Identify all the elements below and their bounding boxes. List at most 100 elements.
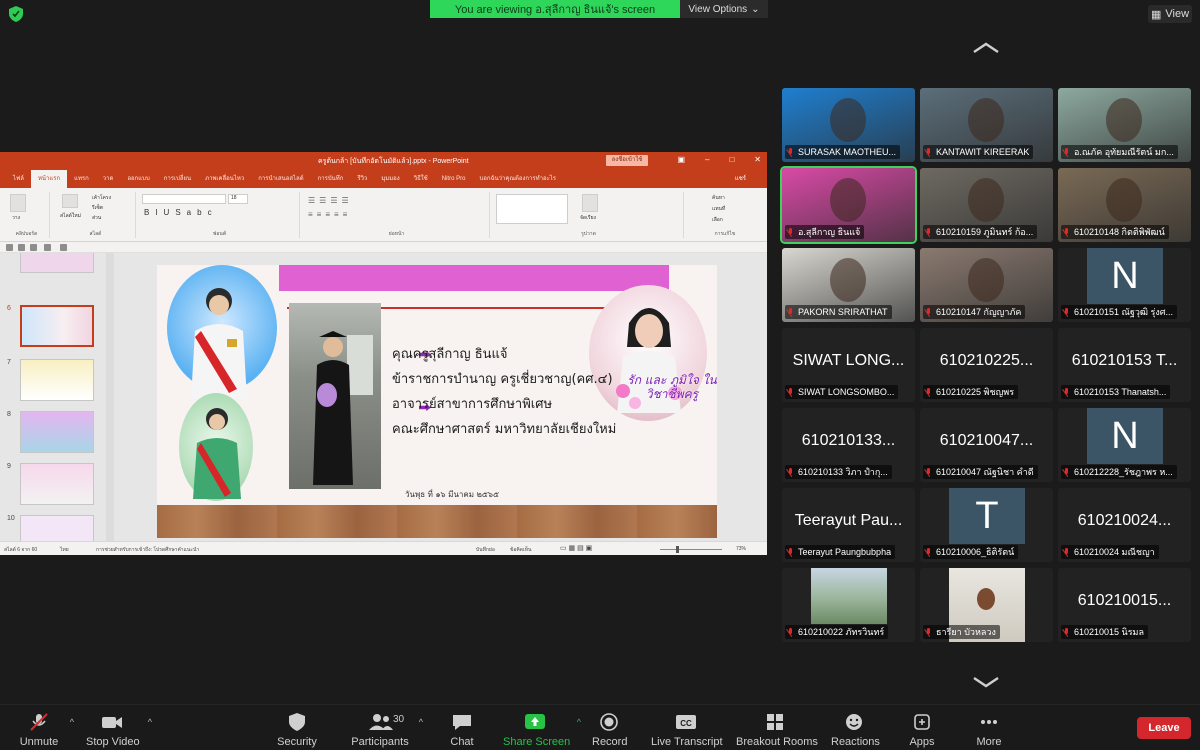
tell-me-box[interactable]: บอกฉันว่าคุณต้องการทำอะไร: [472, 170, 563, 188]
muted-mic-icon: [1063, 227, 1070, 237]
slide-thumbnail-5[interactable]: [20, 253, 94, 273]
participant-tile[interactable]: 610210022 ภัทรวินทร์: [782, 568, 915, 642]
share-screen-button[interactable]: Share Screen ^: [503, 711, 581, 748]
arrange-icon[interactable]: [582, 194, 598, 212]
tab-file[interactable]: ไฟล์: [6, 170, 31, 188]
gallery-prev-page-icon[interactable]: [972, 42, 1000, 54]
apps-button[interactable]: Apps: [909, 711, 935, 748]
section-button[interactable]: ส่วน: [92, 214, 101, 222]
security-shield-icon[interactable]: [9, 6, 23, 22]
tab-nitro[interactable]: Nitro Pro: [435, 170, 473, 188]
tab-help[interactable]: วิธีใช้: [407, 170, 435, 188]
maximize-icon[interactable]: □: [729, 155, 734, 164]
comments-button[interactable]: ข้อคิดเห็น: [510, 546, 531, 554]
ribbon-display-icon[interactable]: ▣: [677, 155, 685, 164]
participant-tile[interactable]: 610210159 ภูมินทร์ ก้อ...: [920, 168, 1053, 242]
live-transcript-button[interactable]: CC Live Transcript: [651, 711, 723, 748]
participant-tile[interactable]: N 610210151 ณัฐวุฒิ รุ่งศ...: [1058, 248, 1191, 322]
font-family-select[interactable]: [142, 194, 226, 204]
tab-design[interactable]: ออกแบบ: [120, 170, 156, 188]
participant-tile[interactable]: Teerayut Pau... Teerayut Paungbubpha: [782, 488, 915, 562]
open-icon[interactable]: [60, 244, 67, 251]
slide-thumbnail-10[interactable]: [20, 515, 94, 541]
zoom-slider-handle[interactable]: [676, 546, 679, 553]
caret-up-icon[interactable]: ^: [419, 717, 423, 727]
participant-tile[interactable]: 610210148 กิตติพิพัฒน์: [1058, 168, 1191, 242]
breakout-rooms-button[interactable]: Breakout Rooms: [736, 711, 818, 748]
view-button[interactable]: ▦ View: [1148, 5, 1192, 23]
paste-icon[interactable]: [10, 194, 26, 212]
gallery-next-page-icon[interactable]: [972, 676, 1000, 688]
view-mode-icons[interactable]: ▭ ▦ ▤ ▣: [560, 544, 592, 552]
participant-tile[interactable]: 610210133... 610210133 วิภา ปำกุ...: [782, 408, 915, 482]
replace-button[interactable]: แทนที่: [712, 205, 725, 213]
layout-button[interactable]: เค้าโครง: [92, 194, 111, 202]
participant-tile[interactable]: KANTAWIT KIREERAK: [920, 88, 1053, 162]
close-icon[interactable]: ✕: [754, 155, 761, 164]
chat-button[interactable]: Chat: [450, 711, 474, 748]
slide-thumbnail-9[interactable]: [20, 463, 94, 505]
tab-record[interactable]: การบันทึก: [311, 170, 351, 188]
participant-tile[interactable]: 610210024... 610210024 มณีชญา: [1058, 488, 1191, 562]
new-slide-icon[interactable]: [62, 194, 78, 208]
record-button[interactable]: Record: [592, 711, 628, 748]
align-buttons[interactable]: ≡≡≡≡≡: [308, 210, 351, 219]
reactions-button[interactable]: Reactions: [831, 711, 880, 748]
participant-tile[interactable]: 610210047... 610210047 ณัฐนิชา คำดี: [920, 408, 1053, 482]
participants-button[interactable]: 30 Participants ^: [351, 711, 423, 748]
accessibility-label[interactable]: การช่วยสำหรับการเข้าถึง: โปรดศึกษาคำแนะน…: [96, 546, 199, 554]
participant-tile[interactable]: ธารียา บัวหลวง: [920, 568, 1053, 642]
participant-tile[interactable]: 610210153 T... 610210153 Thanatsh...: [1058, 328, 1191, 402]
thumbnail-scrollbar[interactable]: [106, 253, 114, 541]
view-options-button[interactable]: View Options ⌄: [680, 0, 768, 18]
redo-icon[interactable]: [30, 244, 37, 251]
tab-insert[interactable]: แทรก: [67, 170, 96, 188]
record-label: Record: [592, 736, 628, 748]
reset-button[interactable]: รีเซ็ต: [92, 204, 103, 212]
tab-review[interactable]: รีวิว: [350, 170, 374, 188]
font-format-buttons[interactable]: BIUSabc: [144, 208, 218, 217]
ppt-signin-button[interactable]: ลงชื่อเข้าใช้: [606, 155, 648, 166]
stop-video-button[interactable]: Stop Video ^: [86, 711, 152, 748]
participant-tile[interactable]: 610210015... 610210015 นิรมล: [1058, 568, 1191, 642]
list-buttons[interactable]: ☰☰☰☰: [308, 196, 353, 205]
caret-up-icon[interactable]: ^: [70, 717, 74, 727]
participant-tile[interactable]: 610210147 กัญญาภัค: [920, 248, 1053, 322]
slide-thumbnail-8[interactable]: [20, 411, 94, 453]
participant-tile[interactable]: T 610210006_ธิติรัตน์: [920, 488, 1053, 562]
slide-thumbnail-7[interactable]: [20, 359, 94, 401]
participant-display-name: 610210015...: [1077, 592, 1172, 609]
participant-tile[interactable]: N 610212228_รัชฎาพร ห...: [1058, 408, 1191, 482]
more-button[interactable]: More: [976, 711, 1002, 748]
minimize-icon[interactable]: –: [705, 155, 709, 164]
caret-up-icon[interactable]: ^: [577, 717, 581, 727]
leave-button[interactable]: Leave: [1137, 717, 1191, 739]
participant-tile[interactable]: อ.ณภัค อุทัยมณีรัตน์ มก...: [1058, 88, 1191, 162]
tab-draw[interactable]: วาด: [96, 170, 121, 188]
present-icon[interactable]: [44, 244, 51, 251]
unmute-button[interactable]: Unmute ^: [18, 711, 74, 748]
participant-tile[interactable]: SURASAK MAOTHEU...: [782, 88, 915, 162]
participant-tile[interactable]: 610210225... 610210225 พิชญพร: [920, 328, 1053, 402]
undo-icon[interactable]: [18, 244, 25, 251]
find-button[interactable]: ค้นหา: [712, 194, 725, 202]
slide-thumbnail-6[interactable]: [20, 305, 94, 347]
tab-slideshow[interactable]: การนำเสนอสไลด์: [251, 170, 310, 188]
save-icon[interactable]: [6, 244, 13, 251]
security-button[interactable]: Security: [277, 711, 317, 748]
select-button[interactable]: เลือก: [712, 216, 723, 224]
notes-button[interactable]: บันทึกย่อ: [476, 546, 495, 554]
participant-tile[interactable]: SIWAT LONG... SIWAT LONGSOMBO...: [782, 328, 915, 402]
current-slide[interactable]: คุณครูสุลีกาญ ธินแจ้ ข้าราชการบำนาญ ครูเ…: [157, 265, 717, 538]
tab-animations[interactable]: ภาพเคลื่อนไหว: [198, 170, 251, 188]
caret-up-icon[interactable]: ^: [148, 717, 152, 727]
tab-transitions[interactable]: การเปลี่ยน: [157, 170, 198, 188]
shapes-gallery[interactable]: [496, 194, 568, 224]
tab-view[interactable]: มุมมอง: [374, 170, 406, 188]
zoom-slider[interactable]: [660, 549, 722, 550]
tab-home[interactable]: หน้าแรก: [30, 170, 68, 188]
ppt-share-button[interactable]: แชร์: [728, 170, 753, 188]
font-size-select[interactable]: 18: [228, 194, 248, 204]
participant-tile[interactable]: อ.สุลีกาญ ธินแจ้: [780, 166, 917, 244]
participant-tile[interactable]: PAKORN SRIRATHAT: [782, 248, 915, 322]
